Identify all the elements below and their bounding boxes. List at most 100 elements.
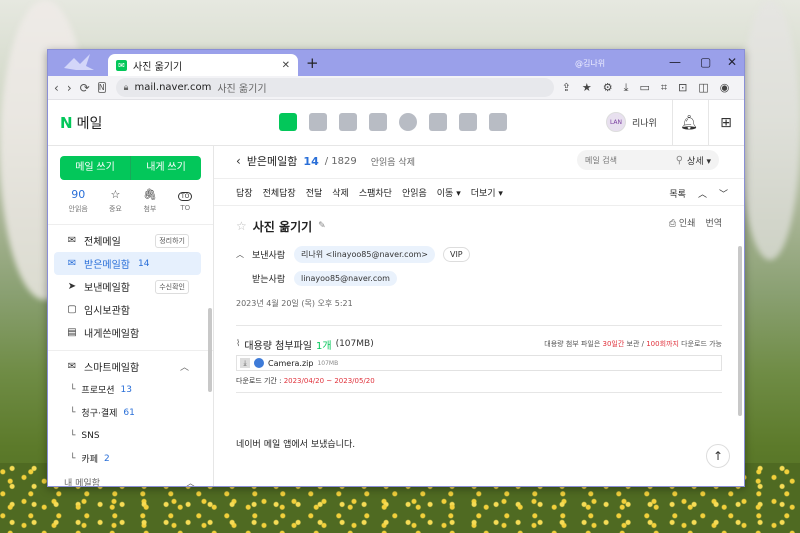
back-to-list-icon[interactable]: ‹ <box>236 154 241 168</box>
calendar-service-icon[interactable] <box>309 113 327 131</box>
memo-service-icon[interactable] <box>339 113 357 131</box>
minimize-icon[interactable]: — <box>669 53 681 71</box>
detail-search-button[interactable]: 상세 ▾ <box>687 154 711 167</box>
forward-button[interactable]: 전달 <box>306 186 323 199</box>
bookmark-service-icon[interactable] <box>489 113 507 131</box>
sidebar-item-smart-mailbox[interactable]: ✉ 스마트메일함 ︿ <box>54 355 201 378</box>
more-dropdown[interactable]: 더보기 ▾ <box>471 186 503 199</box>
sidebar-item-all-mail[interactable]: ✉ 전체메일 정리하기 <box>54 229 201 252</box>
sidebar-item-drafts[interactable]: ▢ 임시보관함 <box>54 298 201 321</box>
bird-decoration-icon <box>64 54 94 70</box>
write-to-me-button[interactable]: 내게 쓰기 <box>131 156 201 180</box>
sidebar-scrollbar[interactable] <box>208 308 212 392</box>
reader-mode-icon[interactable]: N <box>97 82 106 93</box>
lock-icon: 🔒︎ <box>123 82 129 93</box>
collapse-caret-icon[interactable]: ︿ <box>186 476 195 486</box>
paperclip-icon: ⌇ <box>236 339 241 349</box>
address-bar[interactable]: 🔒︎ mail.naver.com 사진 옮기기 <box>115 78 554 97</box>
share-icon[interactable]: ⇪ <box>562 81 571 94</box>
extension-icon[interactable]: ★ <box>582 81 592 94</box>
attachment-filename[interactable]: Camera.zip <box>268 359 313 368</box>
print-button[interactable]: ⎙ 인쇄 <box>669 216 696 229</box>
mybox-service-icon[interactable] <box>399 113 417 131</box>
block-spam-button[interactable]: 스팸차단 <box>359 186 392 199</box>
quick-to-me[interactable]: TO TO <box>178 188 193 218</box>
folder-total-count: / 1829 <box>324 155 357 167</box>
browser-tab[interactable]: ✉ 사진 옮기기 ✕ <box>108 54 298 76</box>
sidebar-item-billing[interactable]: └ 청구·결제 61 <box>48 401 213 424</box>
vip-button[interactable]: VIP <box>442 246 470 262</box>
next-mail-icon[interactable]: ﹀ <box>719 187 728 200</box>
close-tab-icon[interactable]: ✕ <box>282 60 290 71</box>
smart-mailbox-icon: ✉ <box>67 361 77 372</box>
sidebar-item-inbox[interactable]: ✉ 받은메일함 14 <box>54 252 201 275</box>
delete-unread-button[interactable]: 안읽음 삭제 <box>371 155 415 168</box>
download-icon[interactable]: ⤓ <box>240 358 250 368</box>
quick-unread[interactable]: 90 안읽음 <box>69 188 88 218</box>
previous-mail-icon[interactable]: ︿ <box>698 187 707 200</box>
url-text: mail.naver.com <box>134 82 212 93</box>
search-input[interactable] <box>585 155 672 165</box>
sidebar-item-cafe[interactable]: └ 카페 2 <box>48 447 213 470</box>
collapse-caret-icon[interactable]: ︿ <box>180 360 189 373</box>
puzzle-icon[interactable]: ⚙ <box>603 81 613 94</box>
send-icon: ➤ <box>67 281 77 292</box>
organize-button[interactable]: 정리하기 <box>155 233 189 248</box>
translate-button[interactable]: 번역 <box>705 216 722 229</box>
maximize-icon[interactable]: ▢ <box>700 53 711 71</box>
forward-icon[interactable]: › <box>67 81 72 95</box>
star-icon: ☆ <box>110 188 121 201</box>
delete-button[interactable]: 삭제 <box>332 186 349 199</box>
my-mailbox-section[interactable]: 내 메일함 <box>64 476 100 486</box>
contacts-service-icon[interactable] <box>369 113 387 131</box>
split-view-icon[interactable]: ◫ <box>698 81 708 94</box>
read-receipt-button[interactable]: 수신확인 <box>155 279 189 294</box>
sidebar-item-promotion[interactable]: └ 프로모션 13 <box>48 378 213 401</box>
screenshot-icon[interactable]: ⌗ <box>661 81 667 95</box>
app-grid-icon[interactable]: ⊞ <box>713 110 739 136</box>
reload-icon[interactable]: ⟳ <box>80 81 90 95</box>
notification-bell-icon[interactable]: 🔔︎ <box>676 110 702 136</box>
star-icon[interactable]: ☆ <box>236 219 247 233</box>
scroll-to-top-icon[interactable]: ↑ <box>706 444 730 468</box>
printer-icon: ⎙ <box>668 219 679 229</box>
edit-subject-icon[interactable]: ✎ <box>318 221 326 231</box>
mail-body: 메일 쓰기 내게 쓰기 90 안읽음 ☆ 중요 🖇 첨부 TO TO ✉ 전체메… <box>48 146 744 486</box>
quick-label: 중요 <box>108 205 122 213</box>
sidebar-item-label: 보낸메일함 <box>84 283 130 294</box>
sidebar-item-sent[interactable]: ➤ 보낸메일함 수신확인 <box>54 275 201 298</box>
attachment-file[interactable]: ⤓ Camera.zip 107MB <box>236 355 722 371</box>
recipient-chip[interactable]: linayoo85@naver.com <box>294 270 397 286</box>
naver-mail-logo[interactable]: N 메일 <box>60 113 102 133</box>
compose-button[interactable]: 메일 쓰기 <box>60 156 131 180</box>
gallery-service-icon[interactable] <box>429 113 447 131</box>
more-menu-icon[interactable]: ⋮ <box>740 81 744 94</box>
search-icon[interactable]: ⚲ <box>676 155 683 166</box>
sidebar-item-to-me[interactable]: ▤ 내게쓴메일함 <box>54 321 201 344</box>
expand-caret-icon[interactable]: ︿ <box>236 249 244 260</box>
cloud-file-icon <box>254 358 264 368</box>
back-icon[interactable]: ‹ <box>54 81 59 95</box>
close-window-icon[interactable]: ✕ <box>727 53 737 71</box>
profile-icon[interactable]: ◉ <box>720 81 730 94</box>
download-icon[interactable]: ⤓ <box>624 81 629 95</box>
sidebar-item-sns[interactable]: └ SNS <box>48 424 213 447</box>
move-dropdown[interactable]: 이동 ▾ <box>437 186 461 199</box>
reply-all-button[interactable]: 전체답장 <box>263 186 296 199</box>
mail-service-icon[interactable] <box>279 113 297 131</box>
reply-button[interactable]: 답장 <box>236 186 253 199</box>
capture-icon[interactable]: ▭ <box>640 81 650 94</box>
list-button[interactable]: 목록 <box>669 187 686 200</box>
quick-important[interactable]: ☆ 중요 <box>109 188 122 218</box>
quick-attachment[interactable]: 🖇 첨부 <box>143 188 157 218</box>
message-scrollbar[interactable] <box>738 246 742 416</box>
bookmark-icon[interactable]: ⊡ <box>678 81 687 94</box>
mark-unread-button[interactable]: 안읽음 <box>402 186 427 199</box>
new-tab-button[interactable]: + <box>306 54 319 72</box>
user-profile[interactable]: LAN 리나위 <box>606 112 657 132</box>
home-service-icon[interactable] <box>459 113 477 131</box>
message-toolbar: 답장 전체답장 전달 삭제 스팸차단 안읽음 이동 ▾ 더보기 ▾ <box>214 178 744 206</box>
sender-chip[interactable]: 리나위 <linayoo85@naver.com> <box>294 245 435 263</box>
folder-name[interactable]: 받은메일함 <box>247 153 298 169</box>
attachment-title: 대용량 첨부파일 <box>244 340 312 352</box>
